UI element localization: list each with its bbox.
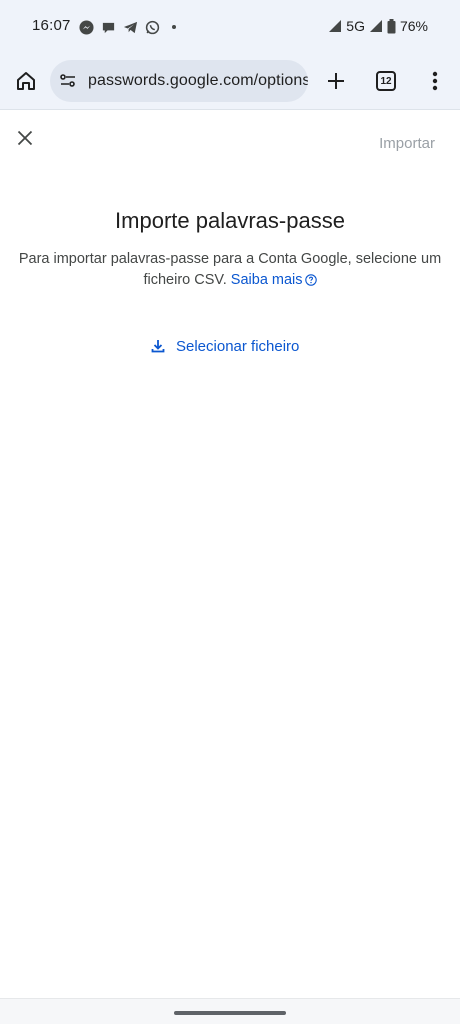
navigation-bar bbox=[0, 998, 460, 1024]
status-time: 16:07 bbox=[32, 17, 71, 34]
dot-icon bbox=[166, 19, 182, 35]
battery-level: 76% bbox=[399, 18, 428, 34]
browser-toolbar: passwords.google.com/options 12 bbox=[0, 58, 460, 104]
home-icon bbox=[17, 72, 35, 90]
import-button[interactable]: Importar bbox=[379, 135, 435, 152]
plus-icon bbox=[328, 73, 344, 89]
messenger-icon bbox=[78, 19, 94, 35]
menu-button[interactable] bbox=[424, 67, 446, 95]
browser-chrome: 16:07 5G 76% passwords.google.com/option… bbox=[0, 0, 460, 110]
select-file-label: Selecionar ficheiro bbox=[176, 337, 300, 355]
close-icon bbox=[17, 130, 33, 146]
learn-more-label: Saiba mais bbox=[230, 272, 303, 288]
telegram-icon bbox=[122, 19, 138, 35]
status-bar: 16:07 5G 76% bbox=[0, 0, 460, 52]
url-text[interactable]: passwords.google.com/options bbox=[88, 72, 308, 90]
download-icon bbox=[151, 340, 165, 353]
more-vert-icon bbox=[432, 71, 438, 91]
page-title: Importe palavras-passe bbox=[115, 208, 345, 233]
status-right: 5G 76% bbox=[328, 17, 428, 35]
home-button[interactable] bbox=[12, 67, 40, 95]
new-tab-button[interactable] bbox=[322, 67, 350, 95]
tab-switcher-button[interactable]: 12 bbox=[376, 71, 396, 91]
notification-icons bbox=[78, 18, 182, 36]
battery-icon bbox=[387, 18, 396, 34]
address-bar[interactable]: passwords.google.com/options bbox=[50, 60, 308, 102]
signal-icon bbox=[328, 19, 342, 33]
help-icon bbox=[304, 274, 317, 286]
whatsapp-icon bbox=[144, 19, 160, 35]
select-file-button[interactable]: Selecionar ficheiro bbox=[150, 334, 299, 358]
chat-bubble-icon bbox=[100, 19, 116, 35]
close-button[interactable] bbox=[14, 127, 36, 149]
signal-icon bbox=[369, 19, 383, 33]
network-type: 5G bbox=[346, 18, 365, 34]
site-settings-icon[interactable] bbox=[56, 69, 80, 93]
gesture-handle[interactable] bbox=[174, 1011, 286, 1015]
learn-more-link[interactable]: Saiba mais bbox=[231, 272, 317, 288]
page-description: Para importar palavras-passe para a Cont… bbox=[12, 249, 448, 291]
